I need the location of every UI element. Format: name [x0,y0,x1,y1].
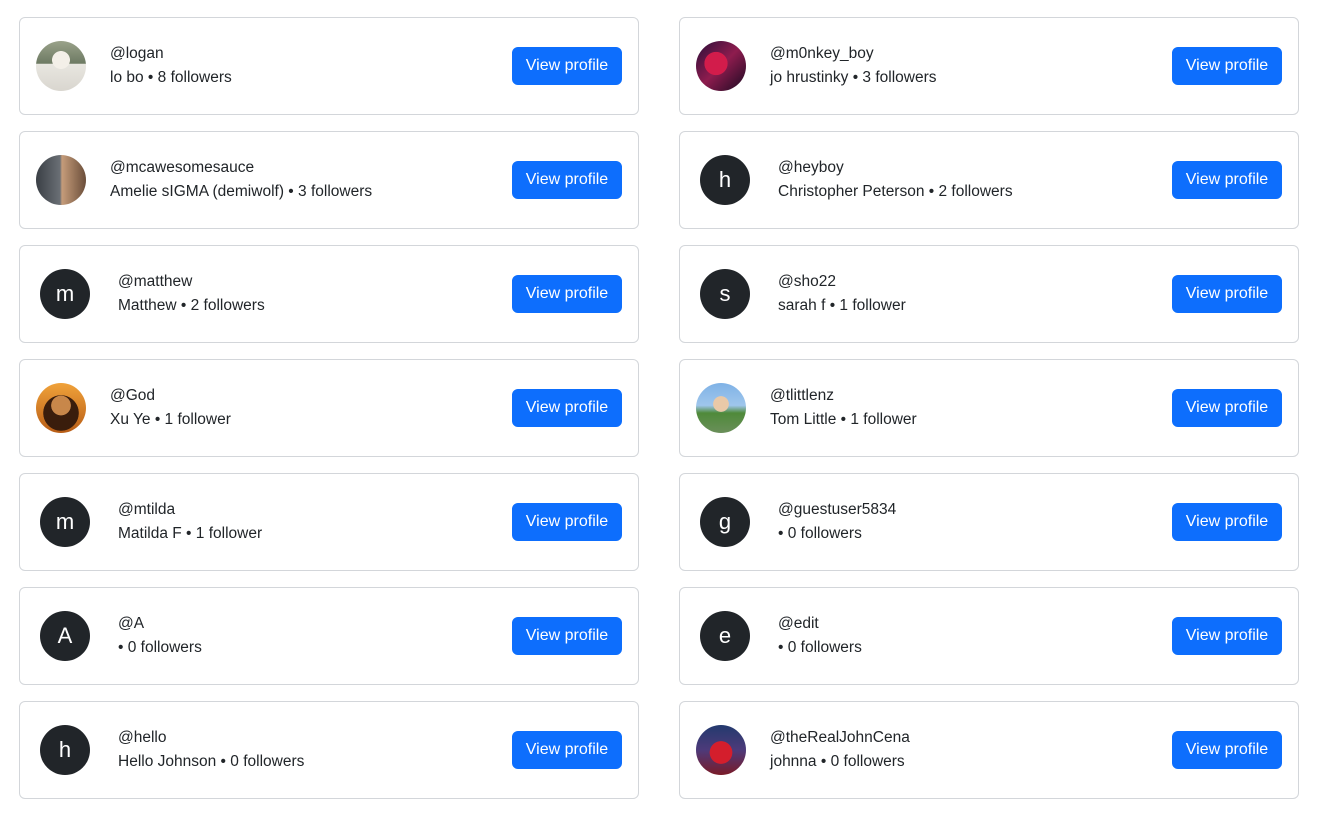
username: @mtilda [118,501,176,518]
user-info: @A • 0 followers [118,612,512,660]
user-info: @mcawesomesauce Amelie sIGMA (demiwolf) •… [110,156,512,204]
user-info: @logan lo bo • 8 followers [110,42,512,90]
user-info: @hello Hello Johnson • 0 followers [118,726,512,774]
display-name-followers: sarah f • 1 follower [778,297,906,314]
view-profile-button[interactable]: View profile [1172,275,1282,313]
avatar-initial: m [40,497,90,547]
view-profile-button[interactable]: View profile [512,161,622,199]
display-name-followers: Christopher Peterson • 2 followers [778,183,1013,200]
avatar-image [36,383,86,433]
view-profile-button[interactable]: View profile [512,503,622,541]
username: @mcawesomesauce [110,159,255,176]
user-card: e @edit • 0 followers View profile [679,587,1299,685]
user-info: @guestuser5834 • 0 followers [778,498,1172,546]
username: @theRealJohnCena [770,729,910,746]
display-name-followers: Tom Little • 1 follower [770,411,917,428]
view-profile-button[interactable]: View profile [1172,617,1282,655]
username: @guestuser5834 [778,501,897,518]
user-card: @tlittlenz Tom Little • 1 follower View pr… [679,359,1299,457]
user-list: @logan lo bo • 8 followers View profile @m0… [19,17,1299,799]
user-card: A @A • 0 followers View profile [19,587,639,685]
display-name-followers: jo hrustinky • 3 followers [770,69,937,86]
user-card: h @heyboy Christopher Peterson • 2 followe… [679,131,1299,229]
display-name-followers: lo bo • 8 followers [110,69,232,86]
avatar-image [696,725,746,775]
username: @God [110,387,156,404]
avatar-initial: g [700,497,750,547]
display-name-followers: Xu Ye • 1 follower [110,411,231,428]
user-info: @sho22 sarah f • 1 follower [778,270,1172,318]
user-card: @m0nkey_boy jo hrustinky • 3 followers Vie… [679,17,1299,115]
view-profile-button[interactable]: View profile [1172,47,1282,85]
user-card: @theRealJohnCena johnna • 0 followers View… [679,701,1299,799]
avatar-initial: h [700,155,750,205]
user-card: @God Xu Ye • 1 follower View profile [19,359,639,457]
display-name-followers: Amelie sIGMA (demiwolf) • 3 followers [110,183,373,200]
user-card: s @sho22 sarah f • 1 follower View profile [679,245,1299,343]
user-info: @theRealJohnCena johnna • 0 followers [770,726,1172,774]
avatar-image [36,41,86,91]
user-card: m @matthew Matthew • 2 followers View profi… [19,245,639,343]
display-name-followers: johnna • 0 followers [770,753,905,770]
view-profile-button[interactable]: View profile [512,389,622,427]
user-info: @God Xu Ye • 1 follower [110,384,512,432]
display-name-followers: • 0 followers [778,639,862,656]
username: @matthew [118,273,193,290]
view-profile-button[interactable]: View profile [1172,161,1282,199]
view-profile-button[interactable]: View profile [512,47,622,85]
username: @m0nkey_boy [770,45,874,62]
display-name-followers: • 0 followers [778,525,862,542]
view-profile-button[interactable]: View profile [512,617,622,655]
avatar-image [696,41,746,91]
user-card: h @hello Hello Johnson • 0 followers View p… [19,701,639,799]
display-name-followers: Matthew • 2 followers [118,297,265,314]
user-info: @heyboy Christopher Peterson • 2 follower… [778,156,1172,204]
display-name-followers: Matilda F • 1 follower [118,525,263,542]
username: @tlittlenz [770,387,834,404]
user-card: @logan lo bo • 8 followers View profile [19,17,639,115]
view-profile-button[interactable]: View profile [512,275,622,313]
avatar-image [36,155,86,205]
avatar-initial: A [40,611,90,661]
username: @A [118,615,145,632]
view-profile-button[interactable]: View profile [1172,503,1282,541]
display-name-followers: Hello Johnson • 0 followers [118,753,305,770]
view-profile-button[interactable]: View profile [512,731,622,769]
avatar-initial: e [700,611,750,661]
username: @hello [118,729,167,746]
avatar-initial: h [40,725,90,775]
user-info: @m0nkey_boyjo hrustinky • 3 followers [770,42,1172,90]
user-card: @mcawesomesauce Amelie sIGMA (demiwolf) •… [19,131,639,229]
avatar-image [696,383,746,433]
username: @logan [110,45,164,62]
display-name-followers: • 0 followers [118,639,202,656]
user-info: @matthew Matthew • 2 followers [118,270,512,318]
avatar-initial: m [40,269,90,319]
user-info: @mtilda Matilda F • 1 follower [118,498,512,546]
user-info: @tlittlenz Tom Little • 1 follower [770,384,1172,432]
username: @heyboy [778,159,844,176]
user-card: g @guestuser5834 • 0 followers View profil… [679,473,1299,571]
view-profile-button[interactable]: View profile [1172,731,1282,769]
user-info: @edit • 0 followers [778,612,1172,660]
user-card: m @mtilda Matilda F • 1 follower View profi… [19,473,639,571]
username: @sho22 [778,273,836,290]
view-profile-button[interactable]: View profile [1172,389,1282,427]
username: @edit [778,615,819,632]
avatar-initial: s [700,269,750,319]
